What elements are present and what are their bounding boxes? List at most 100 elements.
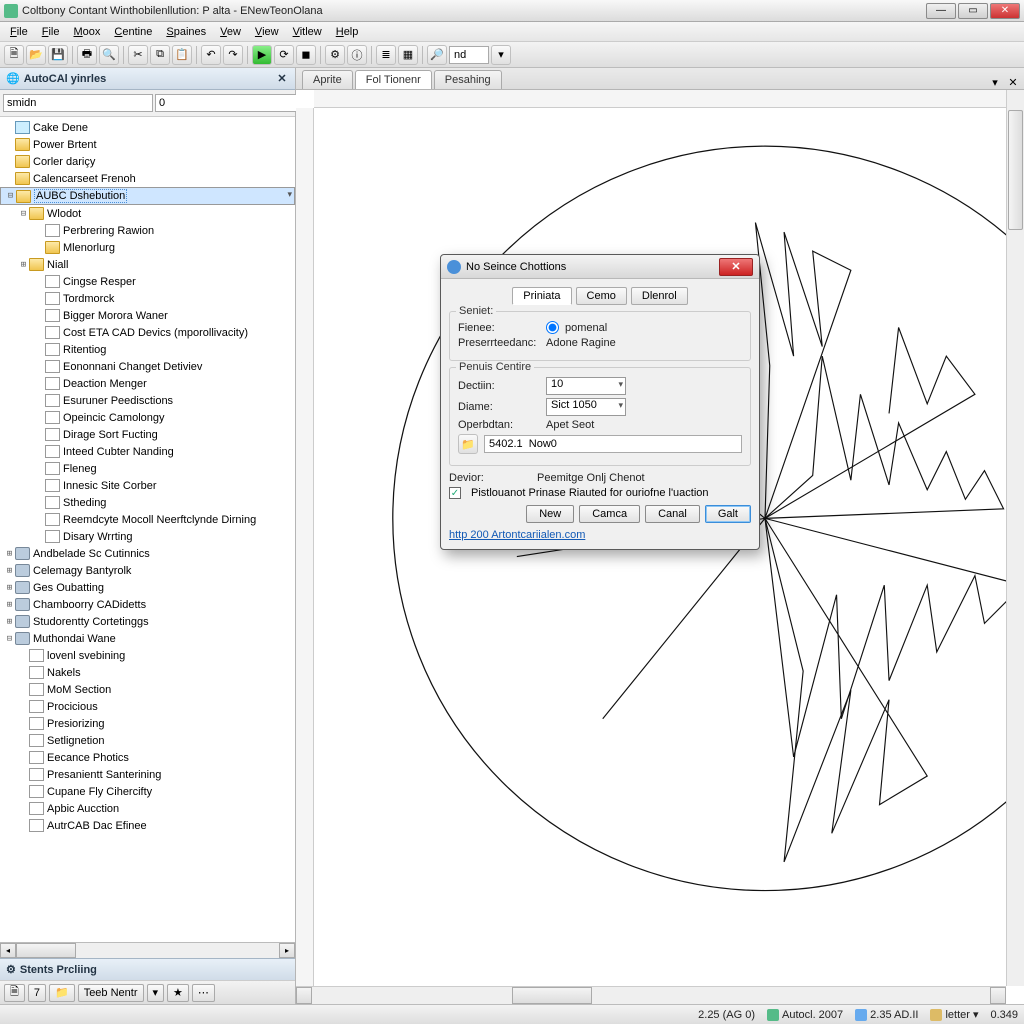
tree-item[interactable]: Calencarseet Frenoh — [0, 170, 295, 187]
tree-item[interactable]: Cost ETA CAD Devics (mporollivacity) — [0, 324, 295, 341]
tree-item[interactable]: Power Brtent — [0, 136, 295, 153]
toolbar-cut-icon[interactable]: ✂ — [128, 45, 148, 65]
tree-twisty-icon[interactable]: ⊟ — [4, 634, 15, 644]
tree-item[interactable]: Nakels — [0, 664, 295, 681]
tree-item[interactable]: ⊟Muthondai Wane — [0, 630, 295, 647]
dialog-button-new[interactable]: New — [526, 505, 574, 523]
toolbar-layers-icon[interactable]: ≣ — [376, 45, 396, 65]
tree-item[interactable]: MoM Section — [0, 681, 295, 698]
tree-item[interactable]: ⊞Niall — [0, 256, 295, 273]
scroll-right-icon[interactable]: ▸ — [279, 943, 295, 958]
footer-tool-drop-icon[interactable]: ▾ — [147, 984, 165, 1002]
doc-tab[interactable]: Pesahing — [434, 70, 502, 89]
tree-twisty-icon[interactable]: ⊞ — [4, 600, 15, 610]
tree-twisty-icon[interactable]: ⊞ — [18, 260, 29, 270]
tree-item[interactable]: Setlignetion — [0, 732, 295, 749]
dialog-tab[interactable]: Dlenrol — [631, 287, 688, 305]
footer-tool-more-icon[interactable]: ⋯ — [192, 984, 215, 1002]
toolbar-grid-icon[interactable]: ▦ — [398, 45, 418, 65]
doc-tab[interactable]: Aprite — [302, 70, 353, 89]
menu-file[interactable]: File — [4, 25, 34, 39]
dialog-titlebar[interactable]: No Seince Chottions ✕ — [441, 255, 759, 279]
menu-vitlew[interactable]: Vitlew — [287, 25, 328, 39]
tree-twisty-icon[interactable]: ⊟ — [5, 191, 16, 201]
tree-item[interactable]: Innesic Site Corber — [0, 477, 295, 494]
menu-help[interactable]: Help — [330, 25, 365, 39]
tree-item[interactable]: Ritentiog — [0, 341, 295, 358]
dialog-close-button[interactable]: ✕ — [719, 258, 753, 276]
status-mode[interactable]: letter — [945, 1009, 969, 1021]
toolbar-dropdown-icon[interactable]: ▾ — [491, 45, 511, 65]
toolbar-zoom-input[interactable] — [449, 46, 489, 64]
footer-tool-main-button[interactable]: Teeb Nentr — [78, 984, 144, 1002]
footer-tool-preview[interactable]: 7 — [28, 984, 46, 1002]
footer-tool-star-icon[interactable]: ★ — [167, 984, 189, 1002]
toolbar-redo-icon[interactable]: ↷ — [223, 45, 243, 65]
tree-item[interactable]: Esuruner Peedisctions — [0, 392, 295, 409]
tree-item[interactable]: Mlenorlurg — [0, 239, 295, 256]
tree-item[interactable]: ⊟Wlodot — [0, 205, 295, 222]
toolbar-print-icon[interactable]: 🖶 — [77, 45, 97, 65]
dialog-button-camca[interactable]: Camca — [579, 505, 640, 523]
checkbox-remote[interactable] — [449, 487, 461, 499]
canvas-vscroll[interactable] — [1006, 90, 1024, 986]
tree-item[interactable]: ⊞Andbelade Sc Cutinnics — [0, 545, 295, 562]
menu-view[interactable]: View — [249, 25, 285, 39]
tree-item[interactable]: Dirage Sort Fucting — [0, 426, 295, 443]
toolbar-preview-icon[interactable]: 🔍 — [99, 45, 119, 65]
tree-item[interactable]: Reemdcyte Mocoll Neerftclynde Dirning — [0, 511, 295, 528]
footer-tool-folder-icon[interactable]: 📁 — [49, 984, 75, 1002]
sidebar-search-input[interactable] — [155, 94, 305, 112]
minimize-button[interactable]: — — [926, 3, 956, 19]
path-browse-icon[interactable]: 📁 — [458, 434, 478, 454]
tree-item[interactable]: Presanientt Santerining — [0, 766, 295, 783]
tree-item[interactable]: Tordmorck — [0, 290, 295, 307]
toolbar-gear-icon[interactable]: ⚙ — [325, 45, 345, 65]
canvas-hscroll[interactable] — [296, 986, 1006, 1004]
vscroll-thumb[interactable] — [1008, 110, 1023, 230]
hscroll-right-icon[interactable] — [990, 987, 1006, 1004]
sidebar-hscroll[interactable]: ◂ ▸ — [0, 942, 295, 958]
toolbar-save-icon[interactable]: 💾 — [48, 45, 68, 65]
toolbar-copy-icon[interactable]: ⧉ — [150, 45, 170, 65]
tree-item[interactable]: AutrCAB Dac Efinee — [0, 817, 295, 834]
toolbar-refresh-icon[interactable]: ⟳ — [274, 45, 294, 65]
tree-item[interactable]: lovenl svebining — [0, 647, 295, 664]
sidebar-search-label[interactable] — [3, 94, 153, 112]
tree-item[interactable]: ⊞Studorentty Cortetinggs — [0, 613, 295, 630]
toolbar-open-icon[interactable]: 📂 — [26, 45, 46, 65]
tree-item[interactable]: ⊞Celemagy Bantyrolk — [0, 562, 295, 579]
toolbar-stop-icon[interactable]: ◼ — [296, 45, 316, 65]
tree-twisty-icon[interactable]: ⊞ — [4, 549, 15, 559]
tree-item[interactable]: Eononnani Changet Detiviev — [0, 358, 295, 375]
tree-item[interactable]: Eecance Photics — [0, 749, 295, 766]
tree-item[interactable]: Opeincic Camolongy — [0, 409, 295, 426]
menu-file[interactable]: File — [36, 25, 66, 39]
tree-item[interactable]: Disary Wrrting — [0, 528, 295, 545]
tree-item[interactable]: Procicious — [0, 698, 295, 715]
tree-item[interactable]: Corler dariçy — [0, 153, 295, 170]
toolbar-info-icon[interactable]: ⓘ — [347, 45, 367, 65]
toolbar-run-icon[interactable]: ▶ — [252, 45, 272, 65]
chevron-down-icon[interactable]: ▾ — [973, 1008, 979, 1021]
path-input[interactable] — [484, 435, 742, 453]
tree-item[interactable]: Inteed Cubter Nanding — [0, 443, 295, 460]
tree-item[interactable]: ⊞Ges Oubatting — [0, 579, 295, 596]
tree-item[interactable]: Presiorizing — [0, 715, 295, 732]
tree-item[interactable]: ⊞Chamboorry CADidetts — [0, 596, 295, 613]
tree-twisty-icon[interactable]: ⊞ — [4, 583, 15, 593]
menu-spaines[interactable]: Spaines — [160, 25, 212, 39]
tree-item[interactable]: Cupane Fly Cihercifty — [0, 783, 295, 800]
tree-twisty-icon[interactable]: ⊞ — [4, 617, 15, 627]
toolbar-paste-icon[interactable]: 📋 — [172, 45, 192, 65]
scroll-thumb[interactable] — [16, 943, 76, 958]
tree-item[interactable]: Deaction Menger — [0, 375, 295, 392]
menu-centine[interactable]: Centine — [108, 25, 158, 39]
toolbar-zoom-icon[interactable]: 🔎 — [427, 45, 447, 65]
tree-item[interactable]: ⊟AUBC Dshebution — [0, 187, 295, 205]
hscroll-thumb[interactable] — [512, 987, 592, 1004]
maximize-button[interactable]: ▭ — [958, 3, 988, 19]
tabstrip-close-icon[interactable]: ✕ — [1006, 75, 1020, 89]
menu-moox[interactable]: Moox — [68, 25, 107, 39]
sidebar-close-icon[interactable]: ✕ — [275, 72, 289, 86]
